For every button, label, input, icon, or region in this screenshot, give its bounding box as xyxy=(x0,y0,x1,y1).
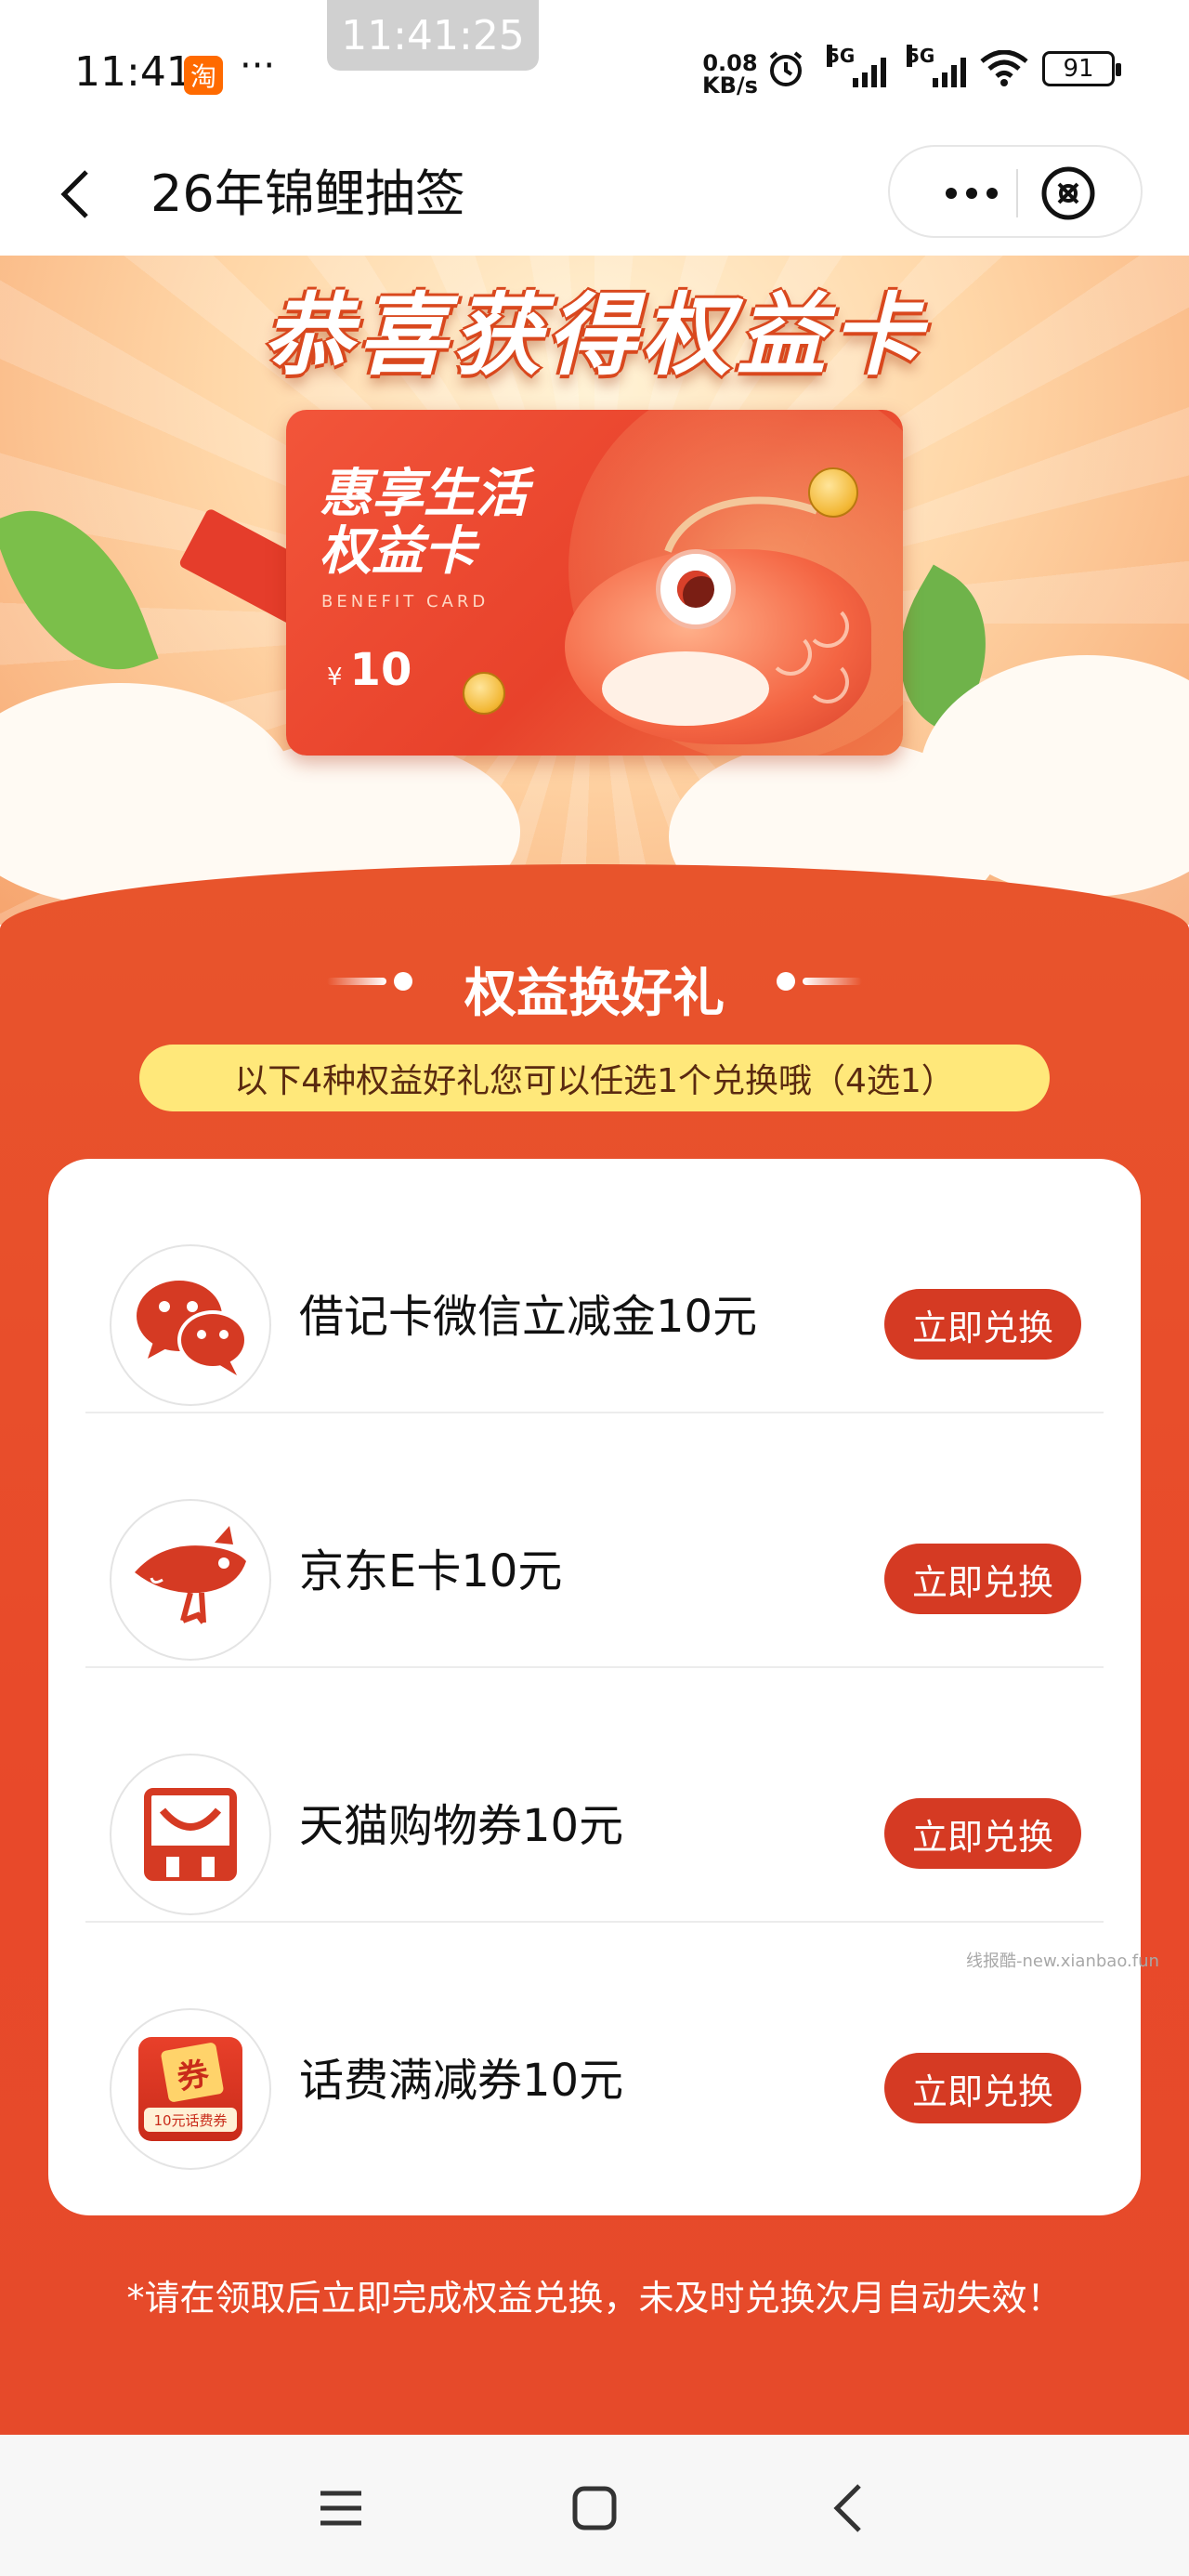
taobao-app-icon: 淘 xyxy=(184,56,223,95)
koi-scale xyxy=(806,605,849,648)
nav-bar: 26年锦鲤抽签 xyxy=(0,139,1189,256)
status-time: 11:41 xyxy=(74,48,192,96)
coupon-tile: 券 10元话费券 xyxy=(138,2037,242,2141)
koi-scale xyxy=(769,633,812,676)
koi-eye xyxy=(656,549,736,629)
selection-hint: 以下4种权益好礼您可以任选1个兑换哦（4选1） xyxy=(139,1045,1050,1111)
reward-row: 借记卡微信立减金10元 立即兑换 xyxy=(48,1159,1141,1413)
screenshot-timestamp: 11:41:25 xyxy=(327,0,539,71)
more-dot-icon xyxy=(966,188,977,199)
reward-row: 天猫购物券10元 立即兑换 xyxy=(48,1668,1141,1923)
network-speed: 0.08 KB/s xyxy=(702,52,758,97)
network-speed-value: 0.08 xyxy=(702,50,758,76)
coin-icon xyxy=(808,467,858,518)
back-triangle-icon xyxy=(833,2484,861,2532)
back-button[interactable] xyxy=(43,162,108,227)
chevron-left-icon xyxy=(60,170,88,218)
page-title: 26年锦鲤抽签 xyxy=(150,164,465,223)
status-icons: 5G 5G 91 xyxy=(765,45,1121,89)
redeem-wechat-button[interactable]: 立即兑换 xyxy=(884,1289,1081,1360)
signal-2-label: 5G xyxy=(907,45,935,67)
more-dot-icon xyxy=(986,188,998,199)
title-right-decoration xyxy=(803,978,862,985)
status-bar: 11:41 淘 ··· 11:41:25 0.08 KB/s 5G 5G 91 xyxy=(0,0,1189,139)
coupon-icon-bottom: 10元话费券 xyxy=(144,2108,237,2132)
tmall-icon xyxy=(110,1754,271,1915)
card-currency: ¥ xyxy=(327,664,343,691)
redeem-tmall-button[interactable]: 立即兑换 xyxy=(884,1798,1081,1869)
capsule-divider xyxy=(1016,169,1018,217)
card-price: ¥10 xyxy=(327,644,412,696)
hero-headline: 恭喜获得权益卡 xyxy=(263,283,926,388)
coupon-icon-top: 券 xyxy=(160,2042,225,2103)
signal-1-icon: 5G xyxy=(827,45,886,87)
wifi-icon xyxy=(980,50,1028,86)
reward-label: 话费满减券10元 xyxy=(299,2055,624,2107)
reward-label: 京东E卡10元 xyxy=(299,1545,563,1597)
koi-scale xyxy=(806,661,849,703)
rewards-panel: 借记卡微信立减金10元 立即兑换 京东E卡10元 立即兑换 天猫购物券10元 立… xyxy=(48,1159,1141,2215)
reward-label: 借记卡微信立减金10元 xyxy=(299,1291,758,1343)
benefit-card: 惠享生活 权益卡 BENEFIT CARD ¥10 xyxy=(286,410,903,756)
home-button[interactable] xyxy=(562,2476,627,2541)
close-circle-icon[interactable] xyxy=(1039,164,1098,223)
card-title: 惠享生活 权益卡 xyxy=(320,466,528,581)
card-subtitle: BENEFIT CARD xyxy=(321,592,490,611)
expiry-notice: *请在领取后立即完成权益兑换，未及时兑换次月自动失效！ xyxy=(126,2278,1063,2319)
wechat-icon xyxy=(110,1244,271,1406)
section-title: 权益换好礼 xyxy=(464,964,725,1024)
menu-button[interactable] xyxy=(308,2476,373,2541)
hero-banner: 恭喜获得权益卡 惠享生活 权益卡 BENEFIT CARD ¥10 xyxy=(0,256,1189,925)
redeem-phone-coupon-button[interactable]: 立即兑换 xyxy=(884,2053,1081,2123)
jd-icon xyxy=(110,1499,271,1661)
card-title-line2: 权益卡 xyxy=(320,521,476,582)
more-notifications-icon: ··· xyxy=(240,45,276,87)
more-dot-icon xyxy=(946,188,957,199)
home-square-icon xyxy=(572,2486,617,2530)
reward-row: 京东E卡10元 立即兑换 xyxy=(48,1413,1141,1668)
phone-coupon-icon: 券 10元话费券 xyxy=(110,2008,271,2170)
redeem-jd-button[interactable]: 立即兑换 xyxy=(884,1544,1081,1614)
mini-program-capsule xyxy=(888,145,1143,238)
title-right-dot xyxy=(777,972,795,991)
battery-icon: 91 xyxy=(1042,51,1121,86)
network-speed-unit: KB/s xyxy=(702,72,758,99)
card-title-line1: 惠享生活 xyxy=(320,464,528,524)
coin-icon xyxy=(463,672,505,715)
signal-1-label: 5G xyxy=(827,45,856,67)
more-button[interactable] xyxy=(934,165,1009,221)
signal-2-icon: 5G xyxy=(907,45,966,87)
koi-belly xyxy=(602,651,769,726)
system-navigation-bar xyxy=(0,2435,1189,2576)
alarm-icon xyxy=(769,51,803,86)
system-back-button[interactable] xyxy=(816,2476,881,2541)
menu-icon xyxy=(320,2491,361,2526)
card-amount: 10 xyxy=(349,644,412,696)
watermark: 线报酷-new.xianbao.fun xyxy=(966,1952,1159,1971)
reward-label: 天猫购物券10元 xyxy=(299,1800,624,1852)
